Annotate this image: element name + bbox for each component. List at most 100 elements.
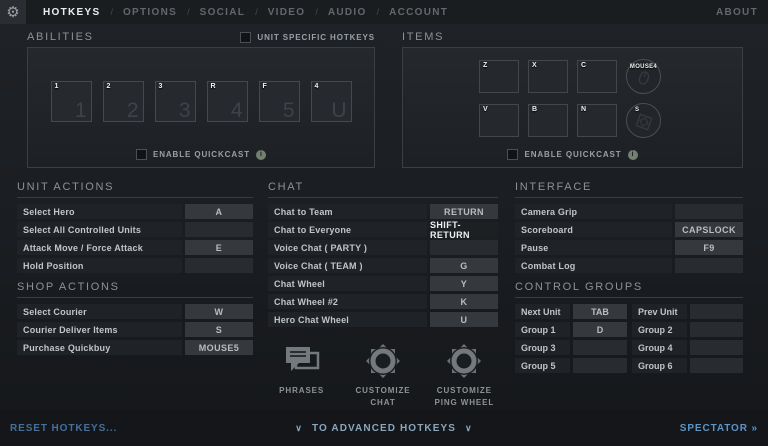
slot-key-label: MOUSE4 — [629, 64, 658, 70]
about-link[interactable]: ABOUT — [716, 7, 758, 18]
chat-bubbles-icon — [282, 339, 322, 383]
hotkey-key-cell[interactable] — [185, 258, 253, 273]
hotkey-label: Voice Chat ( PARTY ) — [268, 240, 427, 255]
reset-hotkeys-link[interactable]: RESET HOTKEYS... — [10, 423, 117, 434]
customize-ping-wheel-button[interactable]: CUSTOMIZE PING WHEEL — [431, 339, 498, 421]
to-advanced-hotkeys-link[interactable]: ∨ TO ADVANCED HOTKEYS ∨ — [295, 423, 472, 434]
hotkey-key-cell[interactable] — [430, 240, 498, 255]
slot-key-label: R — [210, 83, 216, 90]
hotkey-label: Prev Unit — [632, 304, 687, 319]
info-icon[interactable]: i — [256, 149, 267, 160]
hotkey-label: Group 5 — [515, 358, 570, 373]
ability-slot-3[interactable]: 3 3 — [154, 81, 196, 122]
hotkey-key-cell[interactable]: MOUSE5 — [185, 340, 253, 355]
phrases-button[interactable]: PHRASES — [268, 339, 335, 421]
hotkey-label: Group 2 — [632, 322, 687, 337]
hotkey-key-cell[interactable]: RETURN — [430, 204, 498, 219]
hotkey-label: Voice Chat ( TEAM ) — [268, 258, 427, 273]
slot-key-label: F — [262, 83, 268, 90]
hotkey-key-cell[interactable]: S — [185, 322, 253, 337]
hotkey-key-cell[interactable]: W — [185, 304, 253, 319]
unit-specific-hotkeys-checkbox[interactable] — [240, 31, 252, 43]
abilities-quickcast-label: ENABLE QUICKCAST — [152, 150, 251, 159]
hotkey-key-cell[interactable]: G — [430, 258, 498, 273]
item-slot-4[interactable]: V — [479, 104, 519, 137]
hotkey-label: Next Unit — [515, 304, 570, 319]
hotkey-label: Hold Position — [17, 258, 182, 273]
hotkey-label: Scoreboard — [515, 222, 672, 237]
tab-account[interactable]: ACCOUNT — [384, 7, 453, 18]
footer-bar: RESET HOTKEYS... ∨ TO ADVANCED HOTKEYS ∨… — [0, 410, 768, 446]
tab-social[interactable]: SOCIAL — [195, 7, 251, 18]
slot-ghost-label: 3 — [178, 99, 191, 122]
tab-hotkeys[interactable]: HOTKEYS — [38, 7, 105, 18]
hotkey-key-cell[interactable]: TAB — [573, 304, 627, 319]
hotkey-row: Chat to Team RETURN — [268, 204, 498, 219]
spectator-link[interactable]: SPECTATOR » — [680, 423, 758, 434]
ability-slot-5[interactable]: F 5 — [258, 81, 300, 122]
ability-slot-2[interactable]: 2 2 — [102, 81, 144, 122]
item-slot-teleport[interactable]: S — [626, 103, 661, 138]
info-icon[interactable]: i — [627, 149, 638, 160]
hotkey-key-cell[interactable] — [675, 258, 743, 273]
hotkey-key-cell[interactable] — [573, 358, 627, 373]
items-section: ITEMS Z X C MOUSE4 V B N S ENABLE QUICKC… — [402, 29, 743, 168]
hotkey-key-cell[interactable]: SHIFT- RETURN — [430, 220, 498, 240]
hotkey-row: Chat to Everyone SHIFT- RETURN — [268, 220, 498, 240]
slot-ghost-label: 5 — [282, 99, 295, 122]
ping-wheel-icon — [443, 339, 485, 383]
hotkey-key-cell[interactable]: Y — [430, 276, 498, 291]
item-slot-3[interactable]: C — [577, 60, 617, 93]
hotkey-key-cell[interactable]: CAPSLOCK — [675, 222, 743, 237]
hotkey-label: Camera Grip — [515, 204, 672, 219]
settings-gear-button[interactable]: ⚙ — [0, 0, 26, 24]
slot-ghost-label: 1 — [74, 99, 87, 122]
items-quickcast-label: ENABLE QUICKCAST — [524, 150, 622, 159]
abilities-quickcast-checkbox[interactable] — [135, 149, 147, 160]
tab-separator: / — [315, 7, 318, 17]
hotkey-row: Select All Controlled Units — [17, 222, 253, 237]
hotkey-key-cell[interactable]: U — [430, 312, 498, 327]
hotkey-key-cell[interactable]: A — [185, 204, 253, 219]
items-quickcast-checkbox[interactable] — [507, 149, 519, 160]
hotkey-label: Chat Wheel — [268, 276, 427, 291]
gear-icon: ⚙ — [6, 3, 20, 21]
hotkey-row: Combat Log — [515, 258, 743, 273]
slot-key-label: N — [581, 106, 587, 113]
tab-separator: / — [376, 7, 380, 17]
hotkeys-content: ABILITIES UNIT SPECIFIC HOTKEYS 1 1 2 2 — [0, 24, 768, 419]
hotkey-key-cell[interactable] — [675, 204, 743, 219]
tool-label: CUSTOMIZE PING WHEEL — [434, 386, 495, 407]
teleport-scroll-icon — [634, 113, 653, 131]
hotkey-label: Courier Deliver Items — [17, 322, 182, 337]
abilities-panel: 1 1 2 2 3 3 R 4 F 5 4 U ENABLE QUICKCAST… — [27, 47, 375, 168]
item-slot-6[interactable]: N — [577, 104, 617, 137]
ability-slot-4[interactable]: R 4 — [206, 81, 248, 122]
item-slot-5[interactable]: B — [528, 104, 568, 137]
hotkey-key-cell[interactable] — [690, 358, 743, 373]
hotkey-key-cell[interactable] — [690, 304, 743, 319]
hotkey-key-cell[interactable]: E — [185, 240, 253, 255]
hotkey-key-cell[interactable] — [185, 222, 253, 237]
tab-separator: / — [110, 7, 113, 17]
interface-title: INTERFACE — [515, 181, 743, 198]
hotkey-key-cell[interactable] — [573, 340, 627, 355]
hotkey-key-cell[interactable]: F9 — [675, 240, 743, 255]
tab-options[interactable]: OPTIONS — [118, 7, 182, 18]
customize-chat-wheels-button[interactable]: CUSTOMIZE CHAT WHEELS — [349, 339, 416, 421]
hotkey-key-cell[interactable]: D — [573, 322, 627, 337]
tab-audio[interactable]: AUDIO — [323, 7, 372, 18]
hotkey-row: Chat Wheel Y — [268, 276, 498, 291]
ability-slot-1[interactable]: 1 1 — [50, 81, 92, 122]
middle-column: CHAT Chat to Team RETURN Chat to Everyon… — [268, 181, 498, 421]
item-slot-mouse4[interactable]: MOUSE4 — [626, 59, 661, 94]
hotkey-key-cell[interactable]: K — [430, 294, 498, 309]
tab-video[interactable]: VIDEO — [263, 7, 311, 18]
item-slot-1[interactable]: Z — [479, 60, 519, 93]
hotkey-row: Voice Chat ( PARTY ) — [268, 240, 498, 255]
ability-slot-6[interactable]: 4 U — [310, 81, 352, 122]
item-slot-2[interactable]: X — [528, 60, 568, 93]
hotkey-key-cell[interactable] — [690, 322, 743, 337]
hotkey-key-cell[interactable] — [690, 340, 743, 355]
slot-key-label: B — [532, 106, 538, 113]
